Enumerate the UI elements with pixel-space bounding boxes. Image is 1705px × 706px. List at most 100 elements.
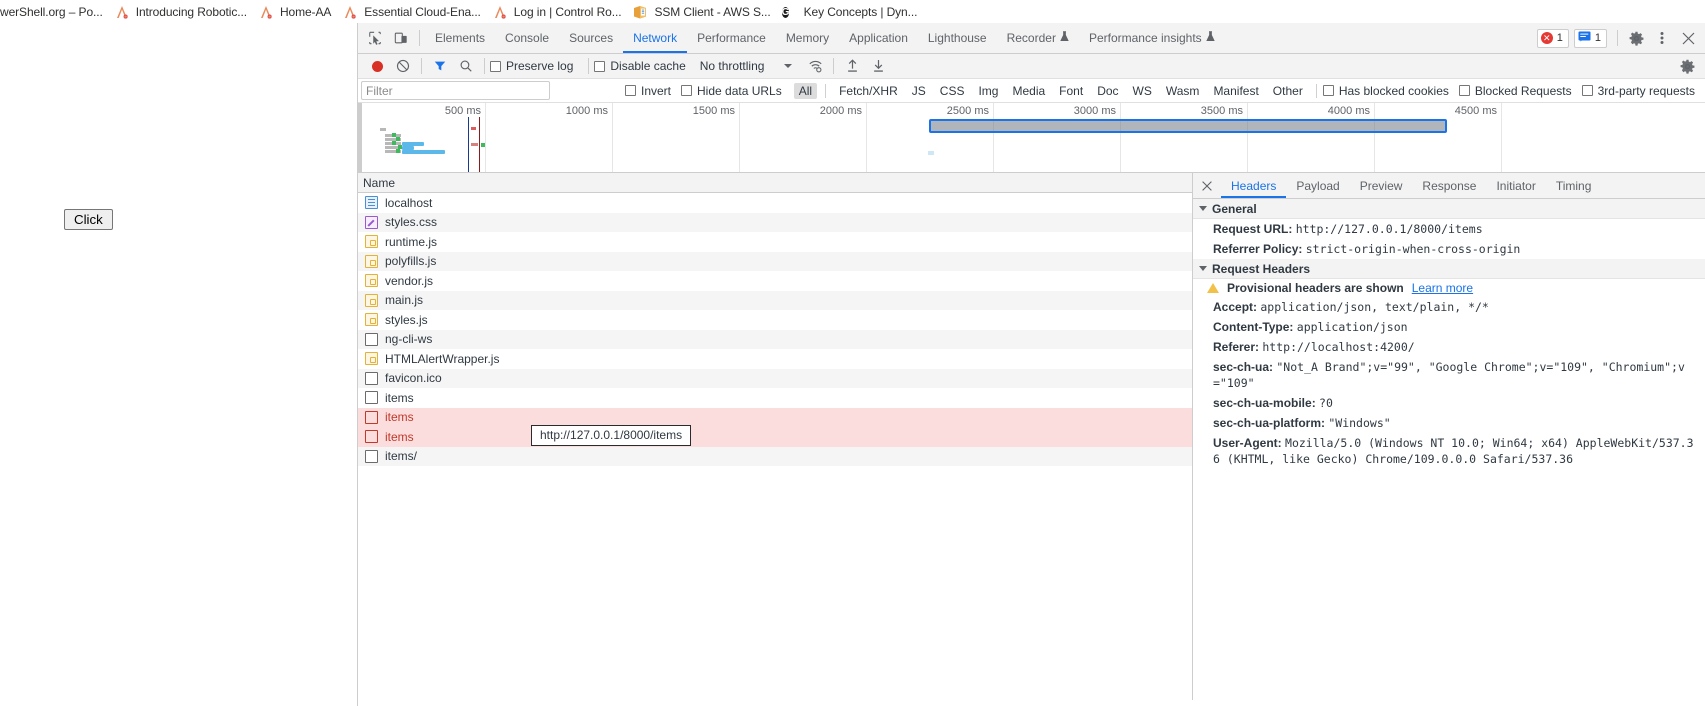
script-icon	[365, 352, 378, 366]
tab-response[interactable]: Response	[1412, 173, 1486, 198]
tab-elements[interactable]: Elements	[425, 23, 495, 53]
tab-payload[interactable]: Payload	[1286, 173, 1349, 198]
filter-divider	[825, 83, 827, 98]
checkbox-box	[1322, 85, 1334, 96]
learn-more-link[interactable]: Learn more	[1412, 281, 1473, 295]
overview-request-bar	[471, 127, 476, 130]
tab-application[interactable]: Application	[839, 23, 918, 53]
filter-funnel-icon[interactable]	[427, 53, 453, 79]
tab-performance-insights-label: Performance insights	[1088, 31, 1202, 45]
type-filter-all[interactable]: All	[793, 82, 818, 99]
tab-memory[interactable]: Memory	[776, 23, 839, 53]
request-row[interactable]: favicon.ico	[358, 368, 1192, 388]
type-filter-media[interactable]: Media	[1007, 83, 1050, 99]
type-filter-fetch-xhr[interactable]: Fetch/XHR	[834, 83, 903, 99]
tab-recorder[interactable]: Recorder	[997, 23, 1079, 53]
tab-timing[interactable]: Timing	[1546, 173, 1602, 198]
tab-sources[interactable]: Sources	[559, 23, 623, 53]
disable-cache-checkbox[interactable]: Disable cache	[594, 59, 689, 73]
gear-icon[interactable]	[1623, 25, 1649, 51]
type-filter-img[interactable]: Img	[973, 83, 1003, 99]
filter-input[interactable]	[361, 81, 550, 100]
toolbar-divider	[419, 30, 420, 46]
type-filter-font[interactable]: Font	[1054, 83, 1088, 99]
tab-performance-insights[interactable]: Performance insights	[1079, 23, 1225, 53]
record-button[interactable]	[364, 53, 390, 79]
network-conditions-icon[interactable]	[802, 53, 828, 79]
request-row[interactable]: styles.js	[358, 310, 1192, 330]
request-name: localhost	[385, 195, 433, 210]
overview-gridline	[739, 103, 740, 172]
bookmark-item[interactable]: werShell.org – Po...	[0, 2, 110, 22]
header-value: application/json, text/plain, */*	[1260, 300, 1489, 314]
request-row[interactable]: localhost	[358, 193, 1192, 213]
type-filter-doc[interactable]: Doc	[1092, 83, 1123, 99]
request-row[interactable]: polyfills.js	[358, 251, 1192, 271]
overview-request-bar	[471, 143, 478, 146]
overview-gridline	[993, 103, 994, 172]
bookmark-item[interactable]: Log in | Control Ro...	[490, 2, 629, 22]
close-icon[interactable]	[1197, 176, 1217, 196]
blocked-requests-checkbox[interactable]: Blocked Requests	[1458, 84, 1576, 98]
tab-lighthouse[interactable]: Lighthouse	[918, 23, 997, 53]
header-value: strict-origin-when-cross-origin	[1305, 242, 1521, 256]
section-request-headers[interactable]: Request Headers	[1193, 259, 1705, 279]
throttling-select[interactable]: No throttling	[700, 59, 765, 73]
tab-network[interactable]: Network	[623, 23, 687, 53]
type-filter-other[interactable]: Other	[1268, 83, 1308, 99]
has-blocked-cookies-checkbox[interactable]: Has blocked cookies	[1322, 84, 1453, 98]
request-row[interactable]: runtime.js	[358, 232, 1192, 252]
kebab-menu-icon[interactable]	[1649, 25, 1675, 51]
request-row[interactable]: HTMLAlertWrapper.js	[358, 349, 1192, 369]
tab-headers[interactable]: Headers	[1221, 173, 1286, 198]
section-general[interactable]: General	[1193, 199, 1705, 219]
inspect-element-icon[interactable]	[362, 25, 388, 51]
checkbox-box	[1458, 85, 1470, 96]
device-toolbar-icon[interactable]	[388, 25, 414, 51]
chevron-down-icon[interactable]	[784, 64, 793, 68]
request-row[interactable]: items	[358, 388, 1192, 408]
overview-left-grabber[interactable]	[358, 103, 362, 172]
type-filter-ws[interactable]: WS	[1128, 83, 1157, 99]
search-icon[interactable]	[453, 53, 479, 79]
network-overview-timeline[interactable]: 500 ms 1000 ms 1500 ms 2000 ms 2500 ms 3…	[358, 103, 1705, 173]
request-row[interactable]: main.js	[358, 290, 1192, 310]
type-filter-wasm[interactable]: Wasm	[1161, 83, 1205, 99]
third-party-requests-checkbox[interactable]: 3rd-party requests	[1581, 84, 1699, 98]
bookmark-item[interactable]: SSM Client - AWS S...	[630, 2, 777, 22]
type-filter-js[interactable]: JS	[907, 83, 931, 99]
request-row[interactable]: items/	[358, 446, 1192, 466]
tab-console[interactable]: Console	[495, 23, 559, 53]
bookmark-item[interactable]: Introducing Robotic...	[112, 2, 254, 22]
message-counter[interactable]: 1	[1573, 28, 1607, 48]
request-row[interactable]: ng-cli-ws	[358, 329, 1192, 349]
tab-initiator[interactable]: Initiator	[1486, 173, 1545, 198]
hide-data-urls-checkbox[interactable]: Hide data URLs	[681, 84, 786, 98]
request-row[interactable]: styles.css	[358, 212, 1192, 232]
request-row-failed[interactable]: items	[358, 407, 1192, 427]
header-value: Mozilla/5.0 (Windows NT 10.0; Win64; x64…	[1213, 436, 1694, 466]
grammarly-icon: G	[781, 6, 790, 18]
header-value: ?0	[1319, 396, 1333, 410]
preserve-log-checkbox[interactable]: Preserve log	[490, 59, 577, 73]
invert-checkbox[interactable]: Invert	[625, 84, 675, 98]
type-filter-manifest[interactable]: Manifest	[1208, 83, 1263, 99]
column-header-name[interactable]: Name	[363, 176, 395, 190]
clear-icon[interactable]	[390, 53, 416, 79]
devtools-tabstrip-right: ✕ 1 1	[1536, 25, 1705, 51]
request-row-failed[interactable]: items	[358, 427, 1192, 447]
click-button[interactable]: Click	[64, 209, 113, 230]
gear-icon[interactable]	[1674, 53, 1700, 79]
tab-performance[interactable]: Performance	[687, 23, 776, 53]
tab-preview[interactable]: Preview	[1350, 173, 1413, 198]
bookmark-item[interactable]: Essential Cloud-Ena...	[340, 2, 488, 22]
error-counter[interactable]: ✕ 1	[1536, 28, 1569, 48]
bookmark-item[interactable]: G Key Concepts | Dyn...	[780, 2, 925, 22]
export-har-icon[interactable]	[865, 53, 891, 79]
type-filter-css[interactable]: CSS	[935, 83, 970, 99]
import-har-icon[interactable]	[839, 53, 865, 79]
bookmark-item[interactable]: Home-AA	[256, 2, 338, 22]
request-row[interactable]: vendor.js	[358, 271, 1192, 291]
overview-selection-window[interactable]	[929, 119, 1447, 133]
close-icon[interactable]	[1675, 25, 1701, 51]
